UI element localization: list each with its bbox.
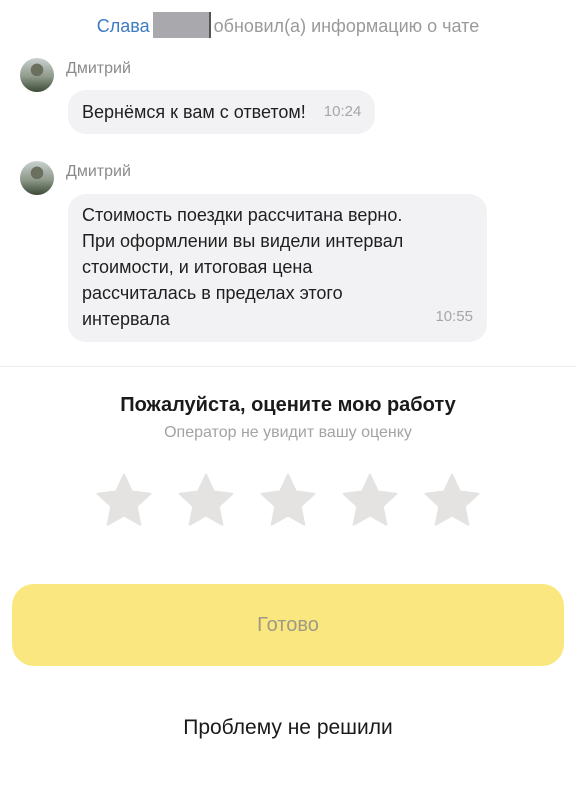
message-time: 10:55 <box>435 308 473 325</box>
message-line: интервала <box>82 309 170 329</box>
avatar[interactable] <box>20 161 54 195</box>
rating-title: Пожалуйста, оцените мою работу <box>120 394 456 416</box>
redacted-surname <box>152 12 211 38</box>
avatar[interactable] <box>20 58 54 92</box>
message-time: 10:24 <box>323 103 362 120</box>
star-icon[interactable] <box>93 470 155 532</box>
message-line: стоимости, и итоговая цена <box>82 257 313 277</box>
author-name: Дмитрий <box>66 163 131 180</box>
author-name: Дмитрий <box>66 60 131 77</box>
message-header: Дмитрий <box>20 161 131 195</box>
star-icon[interactable] <box>175 470 237 532</box>
problem-not-solved-link[interactable]: Проблему не решили <box>0 716 576 740</box>
message-text: Вернёмся к вам с ответом! <box>82 102 306 122</box>
message-bubble: Стоимость поездки рассчитана верно. При … <box>68 194 487 342</box>
message-line: рассчиталась в пределах этого <box>82 283 343 303</box>
message-bubble: Вернёмся к вам с ответом! 10:24 <box>68 90 376 134</box>
star-rating <box>93 470 483 532</box>
divider <box>0 366 576 367</box>
star-icon[interactable] <box>339 470 401 532</box>
chat-update-notice: Слава обновил(а) информацию о чате <box>0 12 576 38</box>
star-icon[interactable] <box>257 470 319 532</box>
updater-name-link[interactable]: Слава <box>97 16 150 36</box>
star-icon[interactable] <box>421 470 483 532</box>
notice-text: обновил(а) информацию о чате <box>213 16 480 36</box>
message-line: Стоимость поездки рассчитана верно. <box>82 205 403 225</box>
rating-subtitle: Оператор не увидит вашу оценку <box>164 424 412 441</box>
message-line: При оформлении вы видели интервал <box>82 231 404 251</box>
done-button[interactable]: Готово <box>12 584 564 666</box>
message-header: Дмитрий <box>20 58 131 92</box>
